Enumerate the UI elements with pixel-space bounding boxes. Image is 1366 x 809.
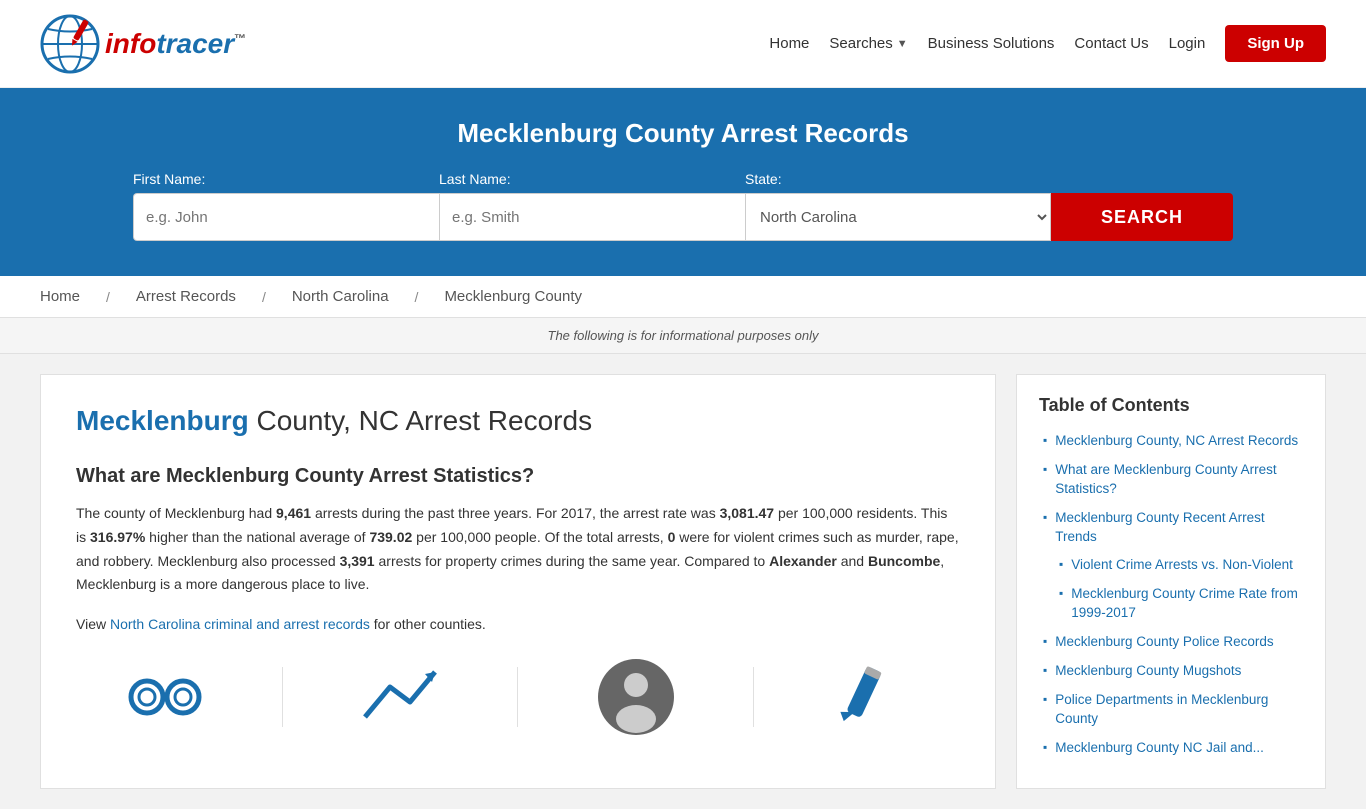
pencil-icon-box	[811, 657, 931, 737]
main-nav: Home Searches ▼ Business Solutions Conta…	[769, 25, 1326, 62]
toc-link-5[interactable]: Mecklenburg County Crime Rate from 1999-…	[1071, 585, 1303, 623]
login-button[interactable]: Login	[1169, 35, 1206, 52]
article-title-highlight: Mecklenburg	[76, 405, 249, 436]
toc-box: Table of Contents Mecklenburg County, NC…	[1016, 374, 1326, 789]
chevron-down-icon: ▼	[897, 38, 908, 50]
toc-title: Table of Contents	[1039, 395, 1303, 416]
stat-rate: 3,081.47	[720, 505, 775, 521]
nav-contact-us[interactable]: Contact Us	[1074, 35, 1148, 52]
breadcrumb-sep-1: /	[106, 289, 110, 305]
info-bar-text: The following is for informational purpo…	[548, 328, 819, 343]
view-records-line: View North Carolina criminal and arrest …	[76, 613, 960, 637]
toc-item-8: Police Departments in Mecklenburg County	[1039, 691, 1303, 729]
toc-link-4[interactable]: Violent Crime Arrests vs. Non-Violent	[1071, 556, 1293, 575]
article-paragraph1: The county of Mecklenburg had 9,461 arre…	[76, 502, 960, 597]
toc-list: Mecklenburg County, NC Arrest Records Wh…	[1039, 432, 1303, 758]
last-name-label: Last Name:	[439, 171, 511, 187]
toc-link-9[interactable]: Mecklenburg County NC Jail and...	[1055, 739, 1264, 758]
toc-item-7: Mecklenburg County Mugshots	[1039, 662, 1303, 681]
icons-row	[76, 657, 960, 737]
divider-3	[753, 667, 754, 727]
breadcrumb-sep-3: /	[415, 289, 419, 305]
handcuffs-icon-box	[105, 657, 225, 737]
stat-arrests: 9,461	[276, 505, 311, 521]
toc-item-6: Mecklenburg County Police Records	[1039, 633, 1303, 652]
toc-item-3: Mecklenburg County Recent Arrest Trends	[1039, 509, 1303, 547]
breadcrumb: Home / Arrest Records / North Carolina /…	[0, 276, 1366, 318]
trend-icon-box	[340, 657, 460, 737]
breadcrumb-home[interactable]: Home	[40, 288, 80, 305]
stat-property: 3,391	[340, 553, 375, 569]
logo-tm: ™	[234, 31, 246, 45]
person-icon-box	[576, 657, 696, 737]
nav-searches-link[interactable]: Searches	[829, 35, 892, 52]
article-title-rest: County, NC Arrest Records	[249, 405, 592, 436]
toc-link-8[interactable]: Police Departments in Mecklenburg County	[1055, 691, 1303, 729]
stat-national: 739.02	[369, 529, 412, 545]
search-button[interactable]: SEARCH	[1051, 193, 1233, 241]
site-header: infotracer™ Home Searches ▼ Business Sol…	[0, 0, 1366, 88]
toc-item-2: What are Mecklenburg County Arrest Stati…	[1039, 461, 1303, 499]
toc-item-5: Mecklenburg County Crime Rate from 1999-…	[1039, 585, 1303, 623]
toc-item-1: Mecklenburg County, NC Arrest Records	[1039, 432, 1303, 451]
logo-icon	[40, 14, 100, 74]
toc-item-9: Mecklenburg County NC Jail and...	[1039, 739, 1303, 758]
compare1: Alexander	[769, 553, 837, 569]
state-label: State:	[745, 171, 782, 187]
hero-title: Mecklenburg County Arrest Records	[40, 118, 1326, 149]
last-name-input[interactable]	[439, 193, 745, 241]
info-bar: The following is for informational purpo…	[0, 318, 1366, 354]
view-records-suffix: for other counties.	[370, 616, 486, 632]
toc-link-6[interactable]: Mecklenburg County Police Records	[1055, 633, 1273, 652]
first-name-group: First Name:	[133, 171, 439, 241]
breadcrumb-mecklenburg-county[interactable]: Mecklenburg County	[444, 288, 582, 305]
nav-business-solutions[interactable]: Business Solutions	[928, 35, 1055, 52]
logo[interactable]: infotracer™	[40, 14, 246, 74]
stat-percent: 316.97%	[90, 529, 145, 545]
state-select[interactable]: North Carolina Alabama Alaska Arizona Ca…	[745, 193, 1051, 241]
divider-1	[282, 667, 283, 727]
logo-tracer: tracer	[156, 28, 234, 59]
nav-home[interactable]: Home	[769, 35, 809, 52]
state-group: State: North Carolina Alabama Alaska Ari…	[745, 171, 1051, 241]
hero-banner: Mecklenburg County Arrest Records First …	[0, 88, 1366, 276]
nav-searches[interactable]: Searches ▼	[829, 35, 907, 52]
first-name-label: First Name:	[133, 171, 205, 187]
breadcrumb-sep-2: /	[262, 289, 266, 305]
toc-link-3[interactable]: Mecklenburg County Recent Arrest Trends	[1055, 509, 1303, 547]
article-title: Mecklenburg County, NC Arrest Records	[76, 405, 960, 437]
pencil-icon	[836, 662, 906, 732]
stat-violent: 0	[668, 529, 676, 545]
article-section: Mecklenburg County, NC Arrest Records Wh…	[40, 374, 996, 789]
search-form: First Name: Last Name: State: North Caro…	[133, 171, 1233, 241]
compare2: Buncombe	[868, 553, 940, 569]
signup-button[interactable]: Sign Up	[1225, 25, 1326, 62]
main-content: Mecklenburg County, NC Arrest Records Wh…	[0, 354, 1366, 809]
breadcrumb-arrest-records[interactable]: Arrest Records	[136, 288, 236, 305]
last-name-group: Last Name:	[439, 171, 745, 241]
handcuffs-icon	[125, 662, 205, 732]
view-records-link[interactable]: North Carolina criminal and arrest recor…	[110, 616, 370, 632]
view-records-prefix: View	[76, 616, 110, 632]
toc-link-2[interactable]: What are Mecklenburg County Arrest Stati…	[1055, 461, 1303, 499]
breadcrumb-north-carolina[interactable]: North Carolina	[292, 288, 389, 305]
first-name-input[interactable]	[133, 193, 439, 241]
sidebar: Table of Contents Mecklenburg County, NC…	[1016, 374, 1326, 789]
person-icon	[596, 657, 676, 737]
toc-link-1[interactable]: Mecklenburg County, NC Arrest Records	[1055, 432, 1298, 451]
logo-info: info	[105, 28, 156, 59]
section1-heading: What are Mecklenburg County Arrest Stati…	[76, 465, 960, 488]
toc-item-4: Violent Crime Arrests vs. Non-Violent	[1039, 556, 1303, 575]
trend-icon	[360, 662, 440, 732]
toc-link-7[interactable]: Mecklenburg County Mugshots	[1055, 662, 1241, 681]
divider-2	[517, 667, 518, 727]
